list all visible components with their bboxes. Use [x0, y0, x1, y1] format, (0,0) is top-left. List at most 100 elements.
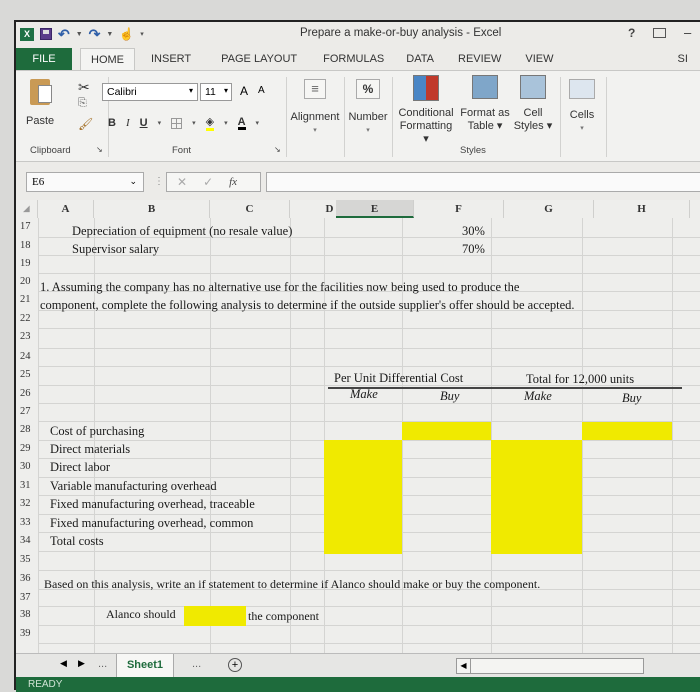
row-header-36[interactable]: 36 — [16, 573, 38, 584]
horizontal-scrollbar[interactable]: ◀ — [456, 658, 644, 674]
row-header-33[interactable]: 33 — [16, 517, 38, 528]
column-header-a[interactable]: A — [38, 200, 94, 218]
row-header-25[interactable]: 25 — [16, 369, 38, 380]
borders-icon[interactable] — [171, 117, 183, 129]
row-header-29[interactable]: 29 — [16, 443, 38, 454]
clipboard-launcher-icon[interactable]: ↘ — [96, 145, 103, 154]
row-header-20[interactable]: 20 — [16, 276, 38, 287]
row-header-17[interactable]: 17 — [16, 221, 38, 232]
tab-view[interactable]: VIEW — [515, 48, 563, 70]
input-cells-make-per-unit[interactable] — [324, 440, 402, 554]
row-header-34[interactable]: 34 — [16, 535, 38, 546]
row-header-35[interactable]: 35 — [16, 554, 38, 565]
more-sheets-right[interactable]: ... — [192, 658, 201, 670]
sheet-tab-sheet1[interactable]: Sheet1 — [116, 654, 174, 677]
font-color-dropdown-icon[interactable]: ▾ — [256, 119, 260, 127]
row-header-31[interactable]: 31 — [16, 480, 38, 491]
tab-review[interactable]: REVIEW — [448, 48, 511, 70]
select-all-corner[interactable]: ◢ — [16, 200, 38, 218]
row-gridline — [38, 643, 700, 644]
row-header-23[interactable]: 23 — [16, 331, 38, 342]
underline-dropdown-icon[interactable]: ▾ — [158, 119, 162, 127]
bold-button[interactable]: B — [108, 117, 116, 129]
fill-color-icon[interactable]: ◈ — [205, 115, 215, 131]
undo-icon[interactable]: ↶ — [58, 26, 70, 43]
redo-icon[interactable]: ↷ — [89, 26, 101, 43]
add-sheet-button[interactable]: + — [228, 658, 242, 672]
tab-formulas[interactable]: FORMULAS — [313, 48, 394, 70]
row-header-21[interactable]: 21 — [16, 294, 38, 305]
row-header-26[interactable]: 26 — [16, 388, 38, 399]
fill-dropdown-icon[interactable]: ▾ — [224, 119, 228, 127]
shrink-font-button[interactable]: A — [258, 85, 265, 96]
underline-button[interactable]: U — [140, 117, 148, 129]
more-sheets-left[interactable]: ... — [98, 658, 107, 670]
tab-file[interactable]: FILE — [16, 48, 72, 70]
cells-button[interactable]: Cells ▾ — [562, 79, 602, 135]
column-header-h[interactable]: H — [594, 200, 690, 218]
row-header-24[interactable]: 24 — [16, 351, 38, 362]
font-size-select[interactable]: 11 ▾ — [200, 83, 232, 101]
column-header-b[interactable]: B — [94, 200, 210, 218]
cell-styles-button[interactable]: Cell Styles ▾ — [512, 75, 554, 133]
row-header-19[interactable]: 19 — [16, 258, 38, 269]
row-header-39[interactable]: 39 — [16, 628, 38, 639]
input-cells-make-total[interactable] — [491, 440, 582, 554]
help-icon[interactable]: ? — [628, 26, 635, 40]
scroll-sheets-left-icon[interactable]: ◀ — [60, 658, 67, 669]
ribbon-display-options-icon[interactable] — [653, 28, 666, 38]
formula-bar-grip-icon[interactable]: ⋮ — [154, 176, 164, 187]
font-launcher-icon[interactable]: ↘ — [274, 145, 281, 154]
tab-home[interactable]: HOME — [80, 48, 135, 70]
chevron-down-icon[interactable]: ⌄ — [129, 176, 137, 187]
minimize-button[interactable]: – — [684, 25, 691, 40]
row-header-38[interactable]: 38 — [16, 609, 38, 620]
name-box[interactable]: E6 ⌄ — [26, 172, 144, 192]
scroll-sheets-right-icon[interactable]: ▶ — [78, 658, 85, 669]
column-header-e[interactable]: E — [336, 200, 414, 218]
save-icon[interactable] — [40, 28, 52, 40]
font-color-button[interactable]: A — [237, 116, 246, 130]
input-cell-buy-total[interactable] — [582, 422, 672, 440]
format-as-table-button[interactable]: Format as Table ▾ — [460, 75, 510, 133]
worksheet-grid[interactable]: ◢ A B C D E F G H 17 18 19 20 21 22 23 24 25 26 27… — [16, 200, 700, 674]
input-cell-make-or-buy[interactable] — [184, 606, 246, 626]
tab-data[interactable]: DATA — [396, 48, 444, 70]
paste-button[interactable]: Paste — [26, 115, 54, 127]
borders-dropdown-icon[interactable]: ▾ — [192, 119, 196, 127]
redo-dropdown-icon[interactable]: ▼ — [106, 31, 113, 38]
row-header-30[interactable]: 30 — [16, 461, 38, 472]
tab-insert[interactable]: INSERT — [141, 48, 201, 70]
conditional-formatting-button[interactable]: Conditional Formatting ▾ — [396, 75, 456, 146]
cancel-icon[interactable]: ✕ — [177, 175, 187, 189]
row-header-22[interactable]: 22 — [16, 313, 38, 324]
alignment-button[interactable]: ≡ Alignment ▾ — [286, 79, 344, 137]
customize-qat-icon[interactable]: ▾ — [140, 30, 144, 38]
enter-icon[interactable]: ✓ — [203, 175, 213, 189]
formula-input[interactable] — [266, 172, 700, 192]
italic-button[interactable]: I — [126, 117, 130, 129]
quick-access-toolbar: X ↶ ▼ ↷ ▼ ☝ ▾ — [16, 26, 144, 43]
paste-icon[interactable] — [30, 79, 52, 105]
row-header-32[interactable]: 32 — [16, 498, 38, 509]
copy-icon[interactable]: ⎘ — [78, 97, 87, 110]
format-painter-icon[interactable]: 🖌 — [78, 117, 93, 131]
row-header-28[interactable]: 28 — [16, 424, 38, 435]
column-header-g[interactable]: G — [504, 200, 594, 218]
grow-font-button[interactable]: A — [240, 84, 248, 98]
input-cell-buy-per-unit[interactable] — [402, 422, 491, 440]
tab-sign-in[interactable]: SI — [668, 48, 698, 70]
number-button[interactable]: % Number ▾ — [346, 79, 390, 137]
row-header-37[interactable]: 37 — [16, 592, 38, 603]
tab-page-layout[interactable]: PAGE LAYOUT — [211, 48, 307, 70]
cut-icon[interactable]: ✂ — [78, 79, 90, 96]
row-header-18[interactable]: 18 — [16, 240, 38, 251]
column-header-f[interactable]: F — [414, 200, 504, 218]
row-header-27[interactable]: 27 — [16, 406, 38, 417]
column-header-c[interactable]: C — [210, 200, 290, 218]
font-name-select[interactable]: Calibri ▾ — [102, 83, 198, 101]
touch-mode-icon[interactable]: ☝ — [119, 27, 134, 41]
undo-dropdown-icon[interactable]: ▼ — [76, 31, 83, 38]
insert-function-icon[interactable]: fx — [229, 176, 237, 188]
scroll-left-arrow-icon[interactable]: ◀ — [457, 659, 471, 673]
